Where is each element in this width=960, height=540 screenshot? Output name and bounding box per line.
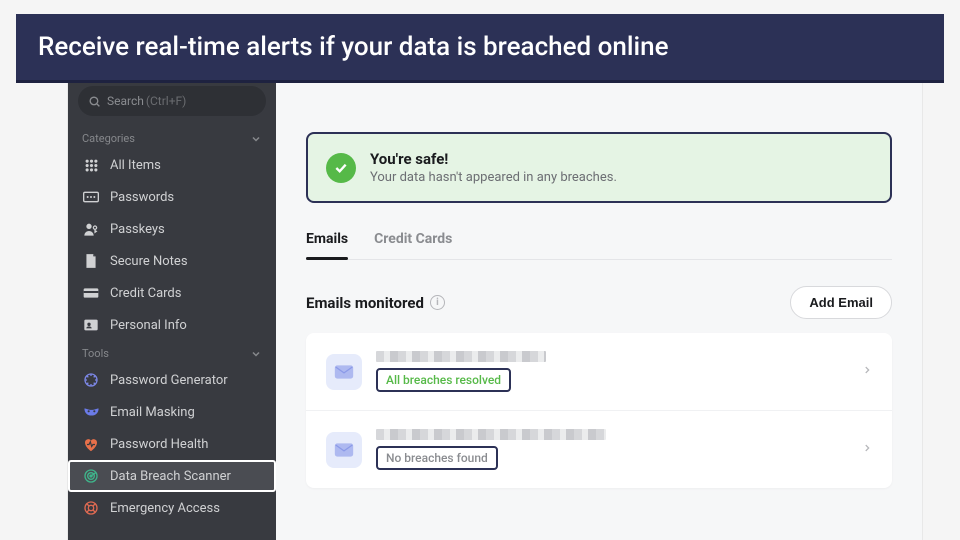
envelope-icon — [326, 354, 362, 390]
info-icon[interactable]: i — [430, 295, 445, 310]
generator-icon — [82, 371, 100, 389]
safe-subtitle: Your data hasn't appeared in any breache… — [370, 170, 617, 185]
note-icon — [82, 252, 100, 270]
sidebar-item-email-masking[interactable]: Email Masking — [68, 396, 276, 428]
sidebar-item-personal-info[interactable]: Personal Info — [68, 309, 276, 341]
section-label: Tools — [82, 347, 109, 360]
safe-title: You're safe! — [370, 150, 617, 168]
sidebar-item-secure-notes[interactable]: Secure Notes — [68, 245, 276, 277]
section-header-categories[interactable]: Categories — [68, 126, 276, 149]
sidebar-item-label: Personal Info — [110, 318, 187, 333]
sidebar-item-label: Data Breach Scanner — [110, 469, 231, 484]
search-input[interactable]: Search (Ctrl+F) — [78, 86, 266, 116]
sidebar-item-label: Password Health — [110, 437, 208, 452]
email-row[interactable]: All breaches resolved — [306, 333, 892, 411]
safe-status-card: You're safe! Your data hasn't appeared i… — [306, 132, 892, 203]
monitored-header: Emails monitored i Add Email — [306, 286, 892, 319]
tab-label: Emails — [306, 231, 348, 247]
promo-banner: Receive real-time alerts if your data is… — [16, 14, 944, 83]
tab-credit-cards[interactable]: Credit Cards — [374, 231, 452, 259]
sidebar-item-passwords[interactable]: Passwords — [68, 181, 276, 213]
sidebar-item-label: Emergency Access — [110, 501, 220, 516]
add-email-label: Add Email — [809, 295, 873, 310]
radar-icon — [82, 467, 100, 485]
add-email-button[interactable]: Add Email — [790, 286, 892, 319]
envelope-icon — [326, 432, 362, 468]
section-label: Categories — [82, 132, 135, 145]
sidebar-item-password-health[interactable]: Password Health — [68, 428, 276, 460]
chevron-right-icon — [862, 362, 872, 381]
grid-icon — [82, 156, 100, 174]
redacted-email — [376, 429, 606, 440]
sidebar-item-label: Secure Notes — [110, 254, 188, 269]
search-label: Search — [107, 94, 144, 108]
personal-info-icon — [82, 316, 100, 334]
breach-status: All breaches resolved — [376, 368, 511, 392]
search-icon — [88, 95, 101, 108]
passkey-icon — [82, 220, 100, 238]
sidebar-item-credit-cards[interactable]: Credit Cards — [68, 277, 276, 309]
main-panel: You're safe! Your data hasn't appeared i… — [276, 70, 922, 540]
sidebar-item-passkeys[interactable]: Passkeys — [68, 213, 276, 245]
check-circle-icon — [326, 153, 356, 183]
breach-status: No breaches found — [376, 446, 498, 470]
credit-card-icon — [82, 284, 100, 302]
sidebar-item-password-generator[interactable]: Password Generator — [68, 364, 276, 396]
app-window: Search (Ctrl+F) Categories All Items Pas… — [68, 70, 922, 540]
sidebar-item-label: Password Generator — [110, 373, 228, 388]
tab-label: Credit Cards — [374, 231, 452, 247]
banner-text: Receive real-time alerts if your data is… — [38, 32, 669, 62]
chevron-down-icon — [250, 133, 262, 145]
sidebar-item-all-items[interactable]: All Items — [68, 149, 276, 181]
search-shortcut: (Ctrl+F) — [146, 94, 186, 108]
monitored-title: Emails monitored — [306, 294, 424, 312]
sidebar-item-label: Email Masking — [110, 405, 195, 420]
sidebar-item-emergency-access[interactable]: Emergency Access — [68, 492, 276, 524]
redacted-email — [376, 351, 546, 362]
tab-emails[interactable]: Emails — [306, 231, 348, 259]
lifebuoy-icon — [82, 499, 100, 517]
password-icon — [82, 188, 100, 206]
sidebar-item-label: All Items — [110, 158, 161, 173]
health-icon — [82, 435, 100, 453]
email-row[interactable]: No breaches found — [306, 411, 892, 488]
sidebar-item-data-breach-scanner[interactable]: Data Breach Scanner — [68, 460, 276, 492]
chevron-right-icon — [862, 440, 872, 459]
sidebar-item-label: Passkeys — [110, 222, 165, 237]
sidebar-item-label: Credit Cards — [110, 286, 181, 301]
chevron-down-icon — [250, 348, 262, 360]
tabs: Emails Credit Cards — [306, 231, 892, 260]
sidebar-item-label: Passwords — [110, 190, 174, 205]
mask-icon — [82, 403, 100, 421]
section-header-tools[interactable]: Tools — [68, 341, 276, 364]
sidebar: Search (Ctrl+F) Categories All Items Pas… — [68, 70, 276, 540]
email-list: All breaches resolved No breaches found — [306, 333, 892, 488]
